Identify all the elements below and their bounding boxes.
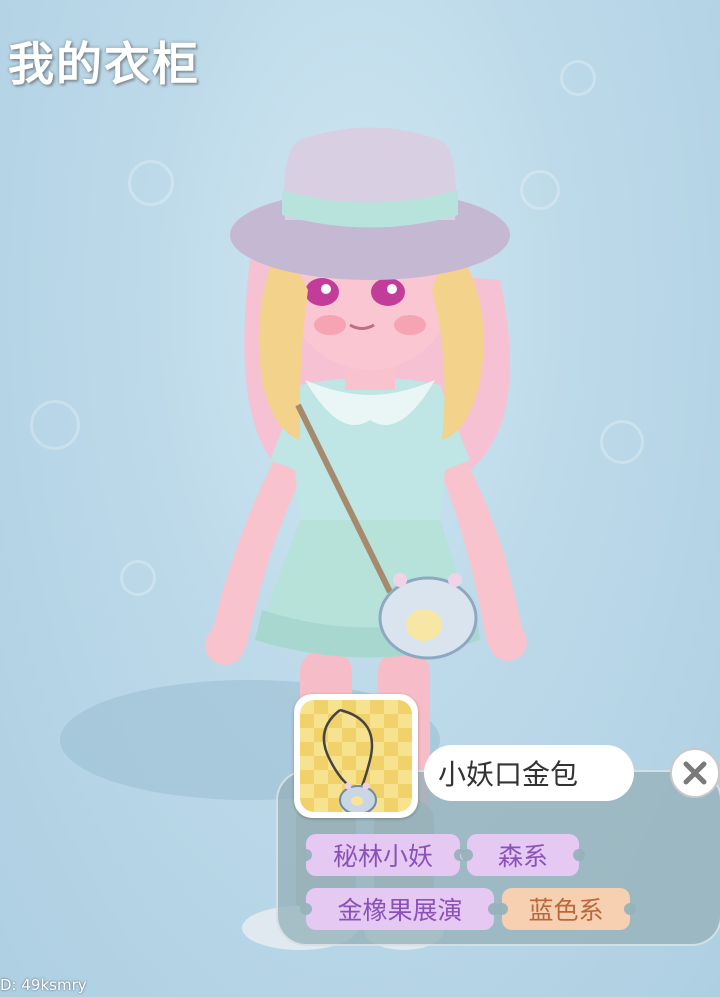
- player-id-label: D: 49ksmry: [0, 976, 87, 994]
- close-icon: [683, 761, 707, 785]
- item-thumbnail[interactable]: [294, 694, 418, 818]
- item-name: 小妖口金包: [424, 745, 634, 801]
- item-tag[interactable]: 秘林小妖: [300, 834, 466, 876]
- item-tag[interactable]: 蓝色系: [496, 888, 636, 930]
- coin-purse-icon: [322, 708, 377, 812]
- close-button[interactable]: [670, 748, 720, 798]
- item-tag[interactable]: 金橡果展演: [300, 888, 500, 930]
- item-thumbnail-image: [300, 700, 412, 812]
- item-tag[interactable]: 森系: [461, 834, 585, 876]
